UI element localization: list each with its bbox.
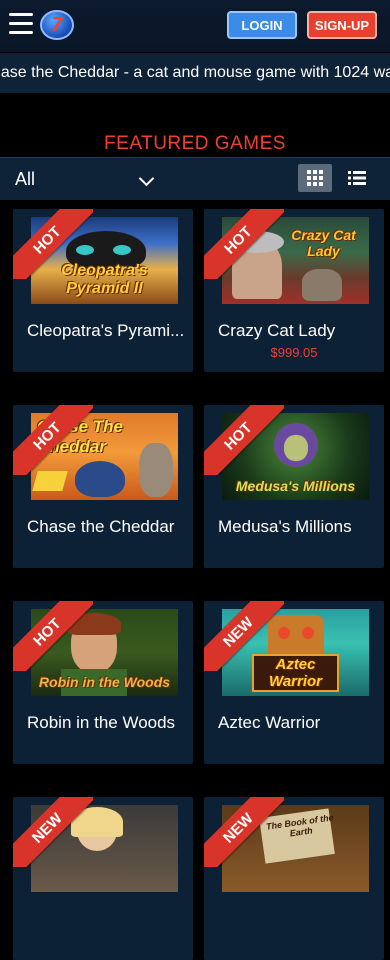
badge: HOT [13, 601, 93, 671]
game-title: Chase the Cheddar [27, 517, 175, 536]
section-title: FEATURED GAMES [104, 133, 286, 154]
list-icon [348, 171, 366, 185]
game-card[interactable]: Chase The Cheddar HOT Chase the Cheddar [13, 405, 193, 568]
login-button[interactable]: LOGIN [227, 11, 297, 39]
game-card[interactable]: Aztec Warrior NEW Aztec Warrior [204, 601, 384, 764]
game-title: Robin in the Woods [27, 713, 176, 732]
signup-button[interactable]: SIGN-UP [307, 11, 377, 39]
game-title: Crazy Cat Lady [218, 321, 336, 340]
news-ticker[interactable]: hase the Cheddar - a cat and mouse game … [0, 53, 390, 93]
game-card[interactable]: The Book of the Earth NEW [204, 797, 384, 960]
menu-icon[interactable] [9, 13, 33, 35]
game-price: $999.05 [270, 345, 318, 360]
game-card[interactable]: Robin in the Woods HOT Robin in the Wood… [13, 601, 193, 764]
ticker-text: hase the Cheddar - a cat and mouse game … [0, 64, 390, 81]
game-card[interactable]: Medusa's Millions HOT Medusa's Millions [204, 405, 384, 568]
game-title: Medusa's Millions [218, 517, 352, 536]
game-art-text: Crazy Cat Lady [291, 227, 356, 259]
game-art-text: Medusa's Millions [235, 478, 356, 494]
game-title: Cleopatra's Pyrami... [27, 321, 185, 340]
category-select[interactable]: All [15, 169, 35, 190]
badge: HOT [204, 405, 284, 475]
game-card[interactable]: Crazy Cat Lady HOT Crazy Cat Lady $999.0… [204, 209, 384, 372]
game-art-text: Robin in the Woods [38, 674, 171, 690]
grid-icon [307, 170, 323, 186]
list-view-button[interactable] [340, 164, 374, 192]
game-card[interactable]: NEW [13, 797, 193, 960]
filter-bar: All [0, 157, 390, 200]
casino-logo[interactable]: 7 [40, 10, 74, 40]
chevron-down-icon[interactable] [138, 170, 155, 187]
badge: HOT [13, 209, 93, 279]
game-title: Aztec Warrior [218, 713, 321, 732]
badge: NEW [13, 797, 93, 867]
top-header: 7 LOGIN SIGN-UP [0, 0, 390, 52]
game-card[interactable]: Cleopatra's Pyramid II HOT Cleopatra's P… [13, 209, 193, 372]
grid-view-button[interactable] [298, 164, 332, 192]
badge: HOT [13, 405, 93, 475]
badge: HOT [204, 209, 284, 279]
badge: NEW [204, 797, 284, 867]
badge: NEW [204, 601, 284, 671]
